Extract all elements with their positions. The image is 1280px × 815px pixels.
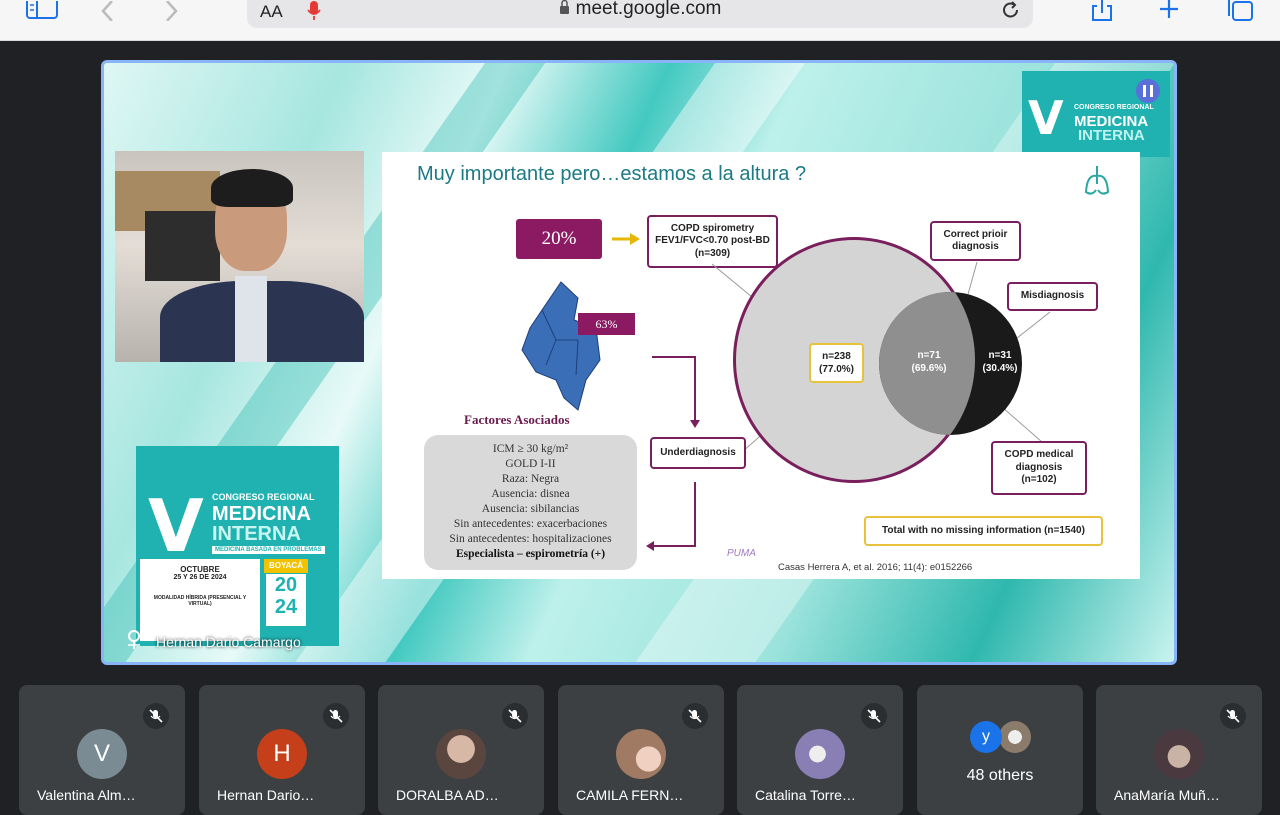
- participant-name: DORALBA AD…: [396, 787, 499, 803]
- poster-city: BOYACÁ: [264, 559, 308, 573]
- presenter-shirt: [235, 276, 267, 362]
- avatar-photo: [436, 729, 486, 779]
- back-icon[interactable]: [100, 0, 114, 22]
- logo-line1: CONGRESO REGIONAL: [1074, 104, 1154, 111]
- label-n71: n=71 (69.6%): [911, 350, 947, 374]
- poster-year-bottom: 24: [274, 596, 298, 618]
- poster-month: OCTUBRE: [180, 565, 220, 574]
- poster-subtitle: MEDICINA BASADA EN PROBLEMAS: [212, 546, 325, 554]
- reload-icon[interactable]: [1001, 0, 1021, 25]
- logo-v: V: [1028, 91, 1064, 145]
- avatar-photo: [999, 721, 1031, 753]
- factor-item-highlight: Especialista – espirometría (+): [455, 548, 606, 560]
- poster-v: V: [148, 484, 204, 568]
- avatar: H: [257, 729, 307, 779]
- poster-dates: 25 Y 26 DE 2024: [173, 574, 227, 581]
- logo-line3: INTERNA: [1078, 127, 1145, 144]
- new-tab-icon[interactable]: [1158, 0, 1180, 22]
- forward-icon[interactable]: [165, 0, 179, 22]
- presentation-stage[interactable]: V CONGRESO REGIONAL MEDICINA INTERNA V C…: [101, 60, 1177, 665]
- lock-icon: [559, 0, 570, 20]
- factor-item: Ausencia: disnea: [491, 488, 570, 500]
- mic-off-icon: [682, 703, 708, 729]
- participant-name: CAMILA FERN…: [576, 787, 684, 803]
- participant-name: Hernan Dario…: [217, 787, 315, 803]
- puma-logo: PUMA: [727, 548, 756, 559]
- total-box: Total with no missing information (n=154…: [864, 516, 1103, 546]
- copd-medical-box: COPD medical diagnosis (n=102): [991, 441, 1087, 495]
- participant-name: Valentina Alm…: [37, 787, 136, 803]
- avatar: V: [77, 729, 127, 779]
- factors-list: ICM ≥ 30 kg/m² GOLD I-II Raza: Negra Aus…: [424, 435, 637, 570]
- participant-name: AnaMaría Muñ…: [1114, 787, 1220, 803]
- label-n238: n=238 (77.0%): [809, 343, 864, 383]
- presenter-name-tag: Hernan Dario Camargo: [126, 630, 301, 653]
- factor-item: Ausencia: sibilancias: [481, 503, 580, 515]
- factor-item: GOLD I-II: [505, 458, 556, 470]
- mic-off-icon: [502, 703, 528, 729]
- factor-item: Sin antecedentes: exacerbaciones: [453, 518, 608, 530]
- url-text: meet.google.com: [575, 0, 722, 19]
- factor-item: Sin antecedentes: hospitalizaciones: [449, 533, 612, 545]
- poster-year-top: 20: [274, 574, 298, 596]
- presenter-camera-feed: [115, 151, 364, 362]
- pin-icon[interactable]: [126, 630, 142, 653]
- avatar: y: [970, 721, 1002, 753]
- underdiagnosis-box: Underdiagnosis: [650, 437, 746, 469]
- avatar-photo: [616, 729, 666, 779]
- congress-poster: V CONGRESO REGIONAL MEDICINA INTERNA MED…: [136, 446, 339, 646]
- sidebar-icon[interactable]: [26, 0, 58, 22]
- avatar-photo: [1154, 729, 1204, 779]
- factor-item: ICM ≥ 30 kg/m²: [492, 443, 569, 455]
- citation: Casas Herrera A, et al. 2016; 11(4): e01…: [778, 562, 973, 573]
- factors-title: Factores Asociados: [464, 412, 570, 427]
- mic-off-icon: [143, 703, 169, 729]
- poster-line3: INTERNA: [212, 523, 301, 545]
- url-display[interactable]: meet.google.com: [247, 0, 1033, 20]
- browser-toolbar: AA meet.google.com: [0, 0, 1280, 41]
- poster-line1: CONGRESO REGIONAL: [212, 492, 315, 502]
- label-n31: n=31 (30.4%): [982, 350, 1018, 374]
- factor-item: Raza: Negra: [501, 473, 560, 485]
- poster-mode: MODALIDAD HÍBRIDA (PRESENCIAL Y VIRTUAL): [153, 595, 247, 607]
- presenter-hair: [211, 169, 293, 207]
- participant-name: Catalina Torre…: [755, 787, 856, 803]
- address-bar[interactable]: AA meet.google.com: [247, 0, 1033, 28]
- presentation-slide: Muy importante pero…estamos a la altura …: [382, 152, 1140, 579]
- television: [145, 211, 220, 281]
- congress-logo-top: V CONGRESO REGIONAL MEDICINA INTERNA: [1022, 71, 1170, 157]
- poster-info-panel: OCTUBRE 25 Y 26 DE 2024 MODALIDAD HÍBRID…: [140, 559, 260, 641]
- others-count: 48 others: [966, 767, 1034, 784]
- presenter-name: Hernan Dario Camargo: [156, 633, 301, 650]
- mic-off-icon: [861, 703, 887, 729]
- mic-off-icon: [1220, 703, 1246, 729]
- avatar-photo: [795, 729, 845, 779]
- tabs-icon[interactable]: [1226, 0, 1254, 22]
- pause-icon[interactable]: [1136, 79, 1160, 103]
- mic-off-icon: [323, 703, 349, 729]
- share-icon[interactable]: [1090, 0, 1114, 22]
- poster-year: 20 24: [266, 574, 306, 626]
